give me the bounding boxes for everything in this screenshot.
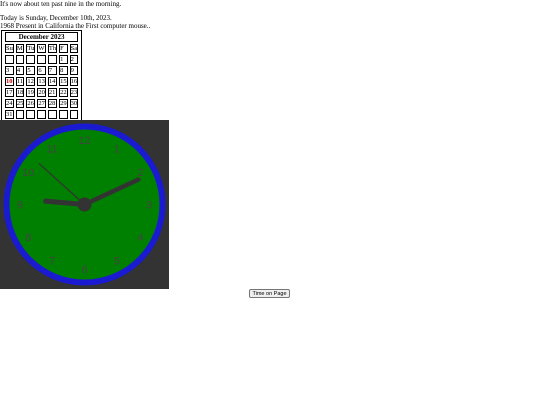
clock-number: 3 bbox=[146, 200, 152, 212]
calendar-day-cell: 7 bbox=[47, 66, 58, 75]
calendar-day-cell: 2 bbox=[69, 55, 79, 64]
calendar-day-cell: 28 bbox=[47, 99, 58, 108]
calendar-day-cell: 13 bbox=[37, 77, 46, 86]
calendar-day-cell: 14 bbox=[47, 77, 58, 86]
calendar-day-cell: 12 bbox=[26, 77, 36, 86]
clock-number: 7 bbox=[49, 256, 55, 268]
calendar-day-cell: 18 bbox=[15, 88, 25, 97]
calendar-empty-cell bbox=[37, 55, 46, 64]
calendar-day-cell: 3 bbox=[5, 66, 14, 75]
calendar-day-cell: 16 bbox=[69, 77, 79, 86]
calendar-day-cell: 29 bbox=[59, 99, 68, 108]
calendar-day-cell: 27 bbox=[37, 99, 46, 108]
calendar-body: 1 2 3 4 5 6 7 8 9 10 11 12 13 14 15 16 17 18 19 20 21 22 23 24 2… bbox=[5, 55, 79, 119]
calendar-day-cell: 25 bbox=[15, 99, 25, 108]
clock-face-svg: 121234567891011 bbox=[3, 123, 166, 286]
history-fact-text: 1968 Present in California the First com… bbox=[0, 22, 151, 30]
calendar-week-row: 24 25 26 27 28 29 30 bbox=[5, 99, 79, 108]
clock-number: 12 bbox=[78, 135, 90, 147]
calendar-empty-cell bbox=[47, 55, 58, 64]
calendar-day-cell: 22 bbox=[59, 88, 68, 97]
weekday-header: M bbox=[15, 44, 25, 53]
analog-clock: 12 1 2 3 4 5 6 7 8 9 10 11 bbox=[0, 120, 169, 289]
calendar-week-row: 3456789 bbox=[5, 66, 79, 75]
calendar-empty-cell bbox=[37, 110, 46, 119]
weekday-header: Th bbox=[47, 44, 58, 53]
calendar-empty-cell bbox=[5, 55, 14, 64]
calendar-day-cell: 23 bbox=[69, 88, 79, 97]
calendar-day-cell: 9 bbox=[69, 66, 79, 75]
calendar-day-cell: 20 bbox=[37, 88, 46, 97]
calendar-empty-cell bbox=[47, 110, 58, 119]
clock-number: 10 bbox=[22, 167, 34, 179]
clock-number: 11 bbox=[46, 143, 57, 155]
clock-number: 8 bbox=[25, 232, 31, 244]
clock-number: 2 bbox=[138, 167, 144, 179]
calendar-day-cell: 17 bbox=[5, 88, 14, 97]
calendar-day-cell: 31 bbox=[5, 110, 14, 119]
weekday-header: W bbox=[37, 44, 46, 53]
weekday-header: Sa bbox=[69, 44, 79, 53]
calendar-day-cell: 26 bbox=[26, 99, 36, 108]
calendar-weekday-row: Su M Tu W Th F Sa bbox=[5, 44, 79, 53]
clock-number: 5 bbox=[114, 256, 120, 268]
calendar-day-cell: 10 bbox=[5, 77, 14, 86]
weekday-header: Tu bbox=[26, 44, 36, 53]
calendar-week-row: 31 bbox=[5, 110, 79, 119]
calendar-day-cell: 8 bbox=[59, 66, 68, 75]
calendar-empty-cell bbox=[69, 110, 79, 119]
calendar-empty-cell bbox=[15, 55, 25, 64]
calendar-day-cell: 24 bbox=[5, 99, 14, 108]
greeting-text: It's now about ten past nine in the morn… bbox=[0, 0, 122, 8]
calendar-day-cell: 19 bbox=[26, 88, 36, 97]
calendar-empty-cell bbox=[15, 110, 25, 119]
clock-number: 4 bbox=[138, 232, 144, 244]
calendar-day-cell: 5 bbox=[26, 66, 36, 75]
calendar-day-cell: 6 bbox=[37, 66, 46, 75]
calendar: December 2023 Su M Tu W Th F Sa 12345678… bbox=[1, 30, 83, 123]
weekday-header: Su bbox=[5, 44, 14, 53]
calendar-empty-cell bbox=[26, 110, 36, 119]
clock-number: 6 bbox=[81, 264, 87, 276]
calendar-day-cell: 21 bbox=[47, 88, 58, 97]
weekday-header: F bbox=[59, 44, 68, 53]
calendar-empty-cell bbox=[59, 110, 68, 119]
calendar-week-row: 10 11 12 13 14 15 16 bbox=[5, 77, 79, 86]
clock-number: 1 bbox=[114, 143, 120, 155]
clock-center-pin bbox=[77, 197, 92, 212]
calendar-empty-cell bbox=[26, 55, 36, 64]
today-date-text: Today is Sunday, December 10th, 2023. bbox=[0, 14, 112, 22]
calendar-day-cell: 4 bbox=[15, 66, 25, 75]
calendar-week-row: 17 18 19 20 21 22 23 bbox=[5, 88, 79, 97]
calendar-day-cell: 15 bbox=[59, 77, 68, 86]
calendar-table: December 2023 Su M Tu W Th F Sa 12345678… bbox=[3, 32, 80, 121]
calendar-title: December 2023 bbox=[5, 32, 79, 42]
calendar-week-row: 12 bbox=[5, 55, 79, 64]
clock-number: 9 bbox=[17, 200, 23, 212]
calendar-day-cell: 11 bbox=[15, 77, 25, 86]
time-on-page-button[interactable]: Time on Page bbox=[249, 289, 290, 298]
calendar-day-cell: 1 bbox=[59, 55, 68, 64]
calendar-day-cell: 30 bbox=[69, 99, 79, 108]
